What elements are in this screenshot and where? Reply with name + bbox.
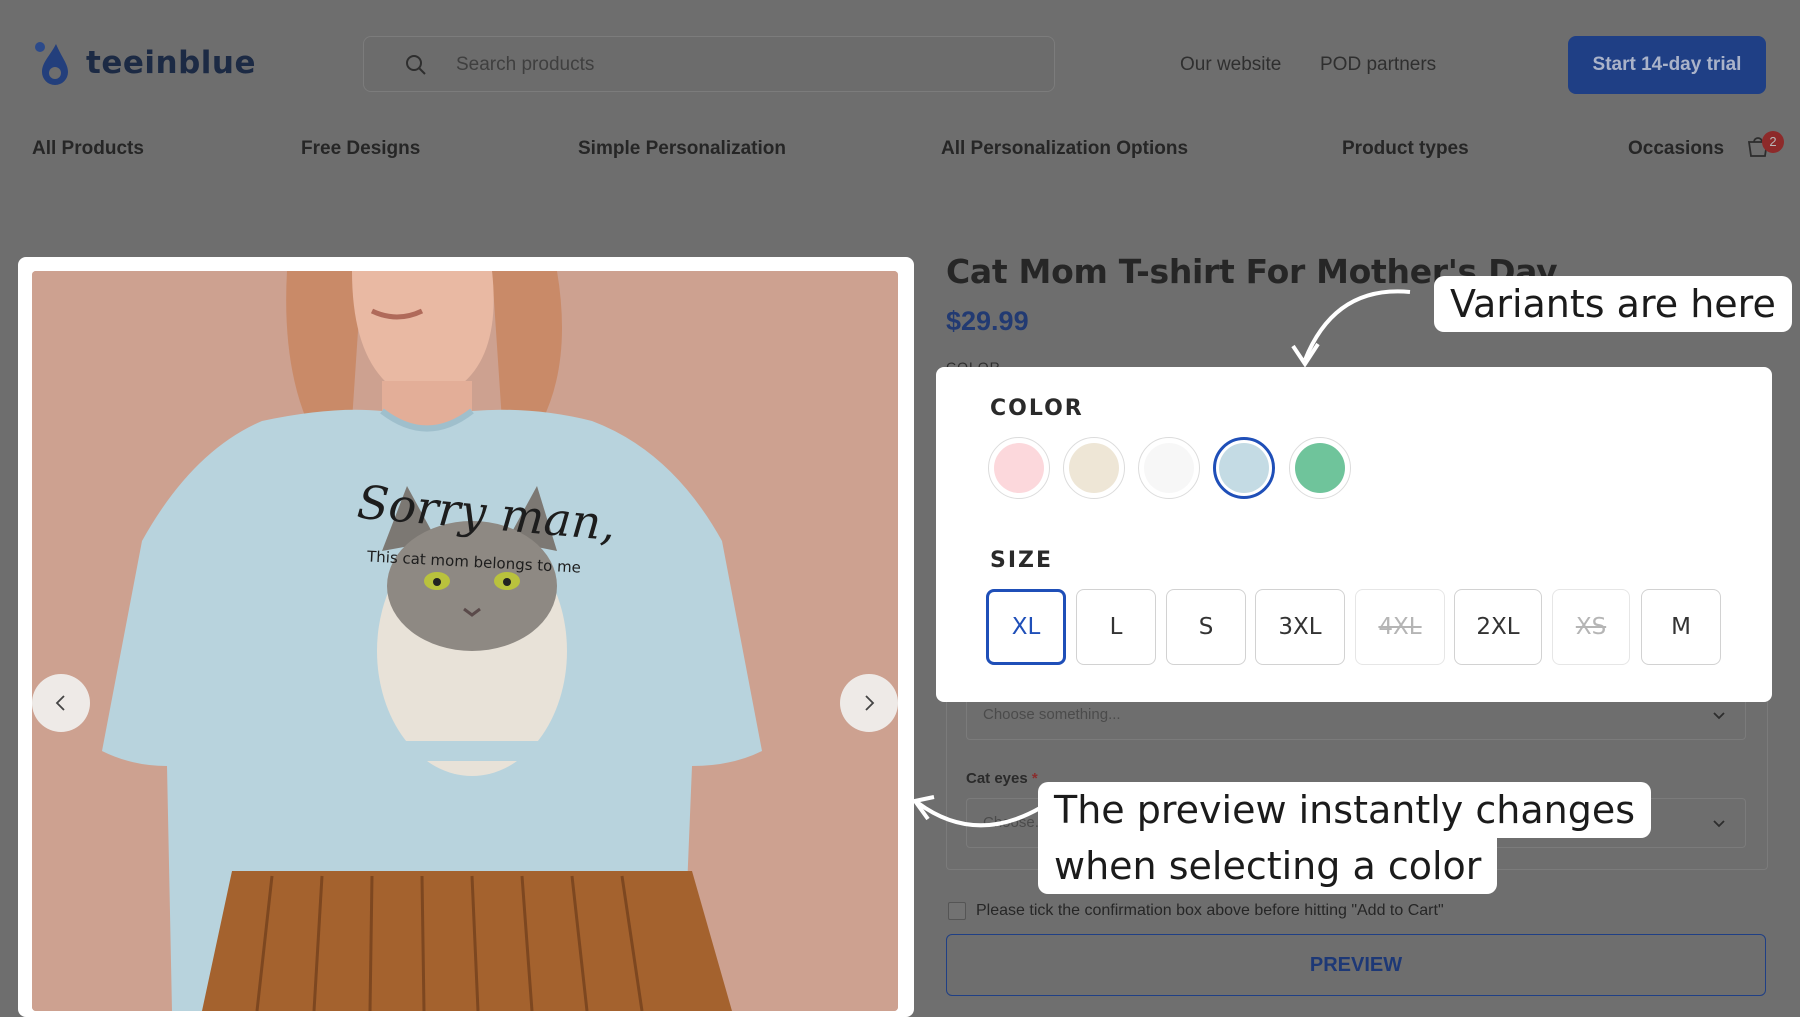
preview-arrow bbox=[916, 801, 1041, 828]
callout-preview-line2: when selecting a color bbox=[1038, 838, 1498, 894]
variants-arrow bbox=[1303, 289, 1411, 361]
callout-preview-line1: The preview instantly changes bbox=[1038, 782, 1652, 838]
annotation-arrows bbox=[911, 289, 1411, 828]
callout-variants: Variants are here bbox=[1434, 276, 1792, 332]
